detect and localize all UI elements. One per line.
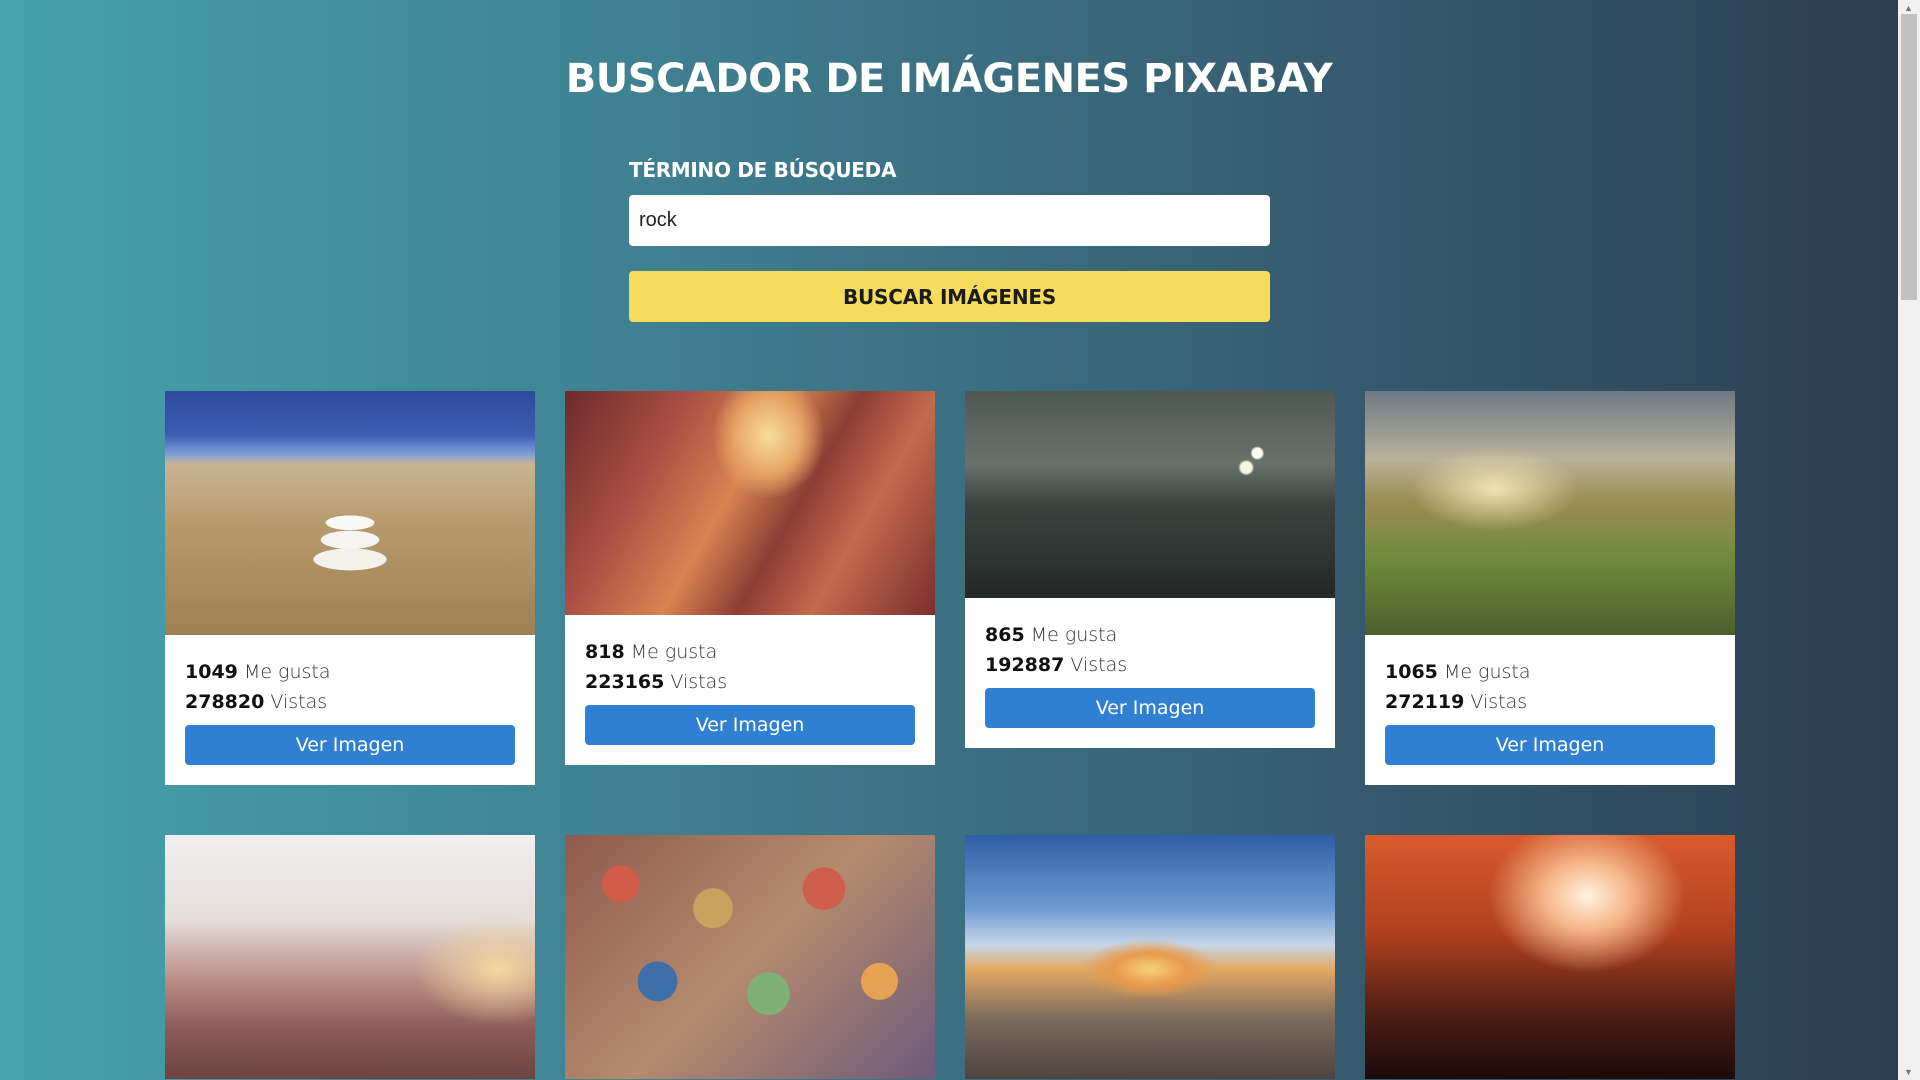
image-card: 1049 Me gusta 278820 Vistas Ver Imagen — [165, 391, 535, 785]
image-thumbnail[interactable] — [965, 391, 1335, 598]
views-stat: 272119 Vistas — [1385, 691, 1528, 713]
views-stat: 278820 Vistas — [185, 691, 328, 713]
image-card: 1065 Me gusta 272119 Vistas Ver Imagen — [1365, 391, 1735, 785]
likes-stat: 818 Me gusta — [585, 641, 718, 663]
scrollbar-thumb[interactable] — [1901, 14, 1917, 300]
image-thumbnail[interactable] — [165, 391, 535, 635]
image-card: 865 Me gusta 192887 Vistas Ver Imagen — [965, 391, 1335, 748]
search-form: TÉRMINO DE BÚSQUEDA BUSCAR IMÁGENES — [629, 158, 1270, 322]
view-image-button[interactable]: Ver Imagen — [985, 688, 1315, 728]
view-image-button[interactable]: Ver Imagen — [585, 705, 915, 745]
image-card — [1365, 835, 1735, 1079]
image-card: 818 Me gusta 223165 Vistas Ver Imagen — [565, 391, 935, 765]
search-input[interactable] — [629, 195, 1270, 246]
image-thumbnail[interactable] — [565, 835, 935, 1079]
image-card — [965, 835, 1335, 1079]
likes-stat: 865 Me gusta — [985, 624, 1118, 646]
page: BUSCADOR DE IMÁGENES PIXABAY TÉRMINO DE … — [0, 0, 1898, 1080]
scroll-up-arrow-icon[interactable]: ▲ — [1904, 3, 1913, 13]
image-card — [565, 835, 935, 1079]
image-thumbnail[interactable] — [165, 835, 535, 1079]
image-thumbnail[interactable] — [1365, 835, 1735, 1079]
view-image-button[interactable]: Ver Imagen — [185, 725, 515, 765]
image-thumbnail[interactable] — [565, 391, 935, 615]
page-title: BUSCADOR DE IMÁGENES PIXABAY — [565, 56, 1333, 102]
search-button[interactable]: BUSCAR IMÁGENES — [629, 271, 1270, 322]
view-image-button[interactable]: Ver Imagen — [1385, 725, 1715, 765]
search-label: TÉRMINO DE BÚSQUEDA — [629, 158, 897, 182]
views-stat: 192887 Vistas — [985, 654, 1128, 676]
image-thumbnail[interactable] — [965, 835, 1335, 1079]
likes-stat: 1065 Me gusta — [1385, 661, 1531, 683]
image-thumbnail[interactable] — [1365, 391, 1735, 635]
scroll-down-arrow-icon[interactable]: ▼ — [1904, 1067, 1913, 1077]
views-stat: 223165 Vistas — [585, 671, 728, 693]
vertical-scrollbar[interactable]: ▲ ▼ — [1898, 0, 1920, 1080]
image-card — [165, 835, 535, 1079]
likes-stat: 1049 Me gusta — [185, 661, 331, 683]
